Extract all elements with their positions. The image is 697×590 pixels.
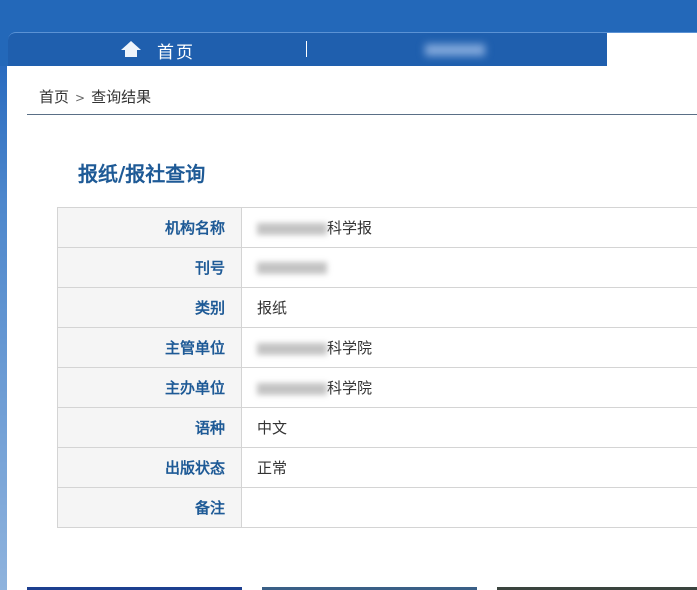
field-label: 备注 [57, 487, 242, 528]
table-row: 类别 报纸 [57, 287, 697, 328]
field-value-text: 正常 [257, 459, 288, 477]
nav-home[interactable]: 首页 [157, 38, 195, 63]
breadcrumb-separator: > [75, 91, 86, 105]
result-table: 机构名称 科学报 刊号 类别 报纸 主管单位 科学院 主办单位 科学院 语种 中文 出版状态 正常 备注 [57, 207, 697, 528]
field-value-text: 科学报 [327, 219, 373, 237]
field-value: 科学院 [241, 367, 697, 408]
nav-item-redacted[interactable] [425, 44, 485, 56]
field-label: 语种 [57, 407, 242, 448]
field-value: 中文 [241, 407, 697, 448]
field-value [241, 487, 697, 528]
field-value-text: 科学院 [327, 339, 373, 357]
table-row: 刊号 [57, 247, 697, 288]
nav-bar [8, 32, 697, 66]
field-value: 科学报 [241, 207, 697, 248]
table-row: 出版状态 正常 [57, 447, 697, 488]
redacted-text [257, 382, 327, 395]
breadcrumb-current: 查询结果 [91, 88, 152, 106]
redacted-text [257, 222, 327, 235]
field-value-text: 科学院 [327, 379, 373, 397]
field-label: 出版状态 [57, 447, 242, 488]
field-value [241, 247, 697, 288]
redacted-text [257, 262, 327, 274]
field-value: 科学院 [241, 327, 697, 368]
field-value: 正常 [241, 447, 697, 488]
breadcrumb-home[interactable]: 首页 [39, 88, 69, 106]
field-value: 报纸 [241, 287, 697, 328]
table-row: 主管单位 科学院 [57, 327, 697, 368]
field-value-text: 中文 [257, 419, 288, 437]
redacted-text [257, 342, 327, 355]
nav-search-area [607, 33, 697, 66]
table-row: 机构名称 科学报 [57, 207, 697, 248]
field-label: 类别 [57, 287, 242, 328]
page-title: 报纸/报社查询 [78, 162, 206, 186]
field-label: 机构名称 [57, 207, 242, 248]
field-label: 主办单位 [57, 367, 242, 408]
table-row: 备注 [57, 487, 697, 528]
breadcrumb: 首页 > 查询结果 [39, 86, 151, 107]
divider [27, 114, 697, 115]
table-row: 主办单位 科学院 [57, 367, 697, 408]
field-value-text: 报纸 [257, 299, 288, 317]
nav-divider [306, 41, 307, 57]
field-label: 刊号 [57, 247, 242, 288]
field-label: 主管单位 [57, 327, 242, 368]
home-icon[interactable] [120, 40, 142, 58]
table-row: 语种 中文 [57, 407, 697, 448]
